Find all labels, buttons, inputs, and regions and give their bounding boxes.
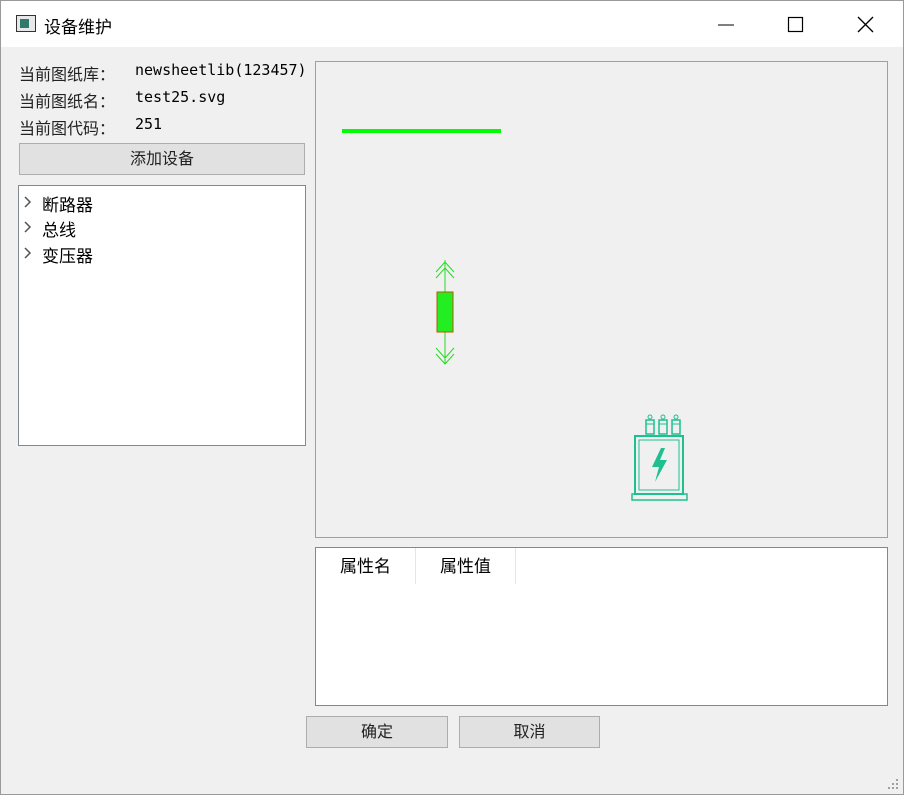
library-row: 当前图纸库： newsheetlib(123457) xyxy=(19,61,307,85)
close-icon xyxy=(857,16,874,33)
cancel-button[interactable]: 取消 xyxy=(459,716,600,748)
tree-item-label: 变压器 xyxy=(42,247,93,267)
transformer-symbol[interactable] xyxy=(631,414,688,501)
maximize-button[interactable] xyxy=(761,1,831,47)
code-row: 当前图代码： 251 xyxy=(19,115,162,139)
chevron-right-icon xyxy=(24,196,32,208)
tree-item-label: 总线 xyxy=(42,221,76,241)
preview-svg xyxy=(342,129,688,501)
minimize-button[interactable] xyxy=(691,1,761,47)
close-button[interactable] xyxy=(831,1,901,47)
add-device-button[interactable]: 添加设备 xyxy=(19,143,305,175)
properties-table[interactable]: 属性名 属性值 xyxy=(315,547,888,706)
sheet-label: 当前图纸名： xyxy=(19,92,116,111)
resize-grip-icon[interactable] xyxy=(887,778,899,790)
app-icon xyxy=(16,15,36,32)
ok-button[interactable]: 确定 xyxy=(306,716,448,748)
breaker-symbol[interactable] xyxy=(435,260,455,365)
column-header-value[interactable]: 属性值 xyxy=(416,548,516,584)
tree-item-label: 断路器 xyxy=(42,196,93,216)
library-label: 当前图纸库： xyxy=(19,65,116,84)
chevron-right-icon xyxy=(24,221,32,233)
code-value: 251 xyxy=(135,115,163,133)
chevron-right-icon xyxy=(24,247,32,259)
code-label: 当前图代码： xyxy=(19,119,116,138)
maximize-icon xyxy=(787,16,804,33)
minimize-icon xyxy=(718,24,734,26)
sheet-value: test25.svg xyxy=(135,88,226,106)
title-bar[interactable]: 设备维护 xyxy=(1,1,903,47)
column-header-name[interactable]: 属性名 xyxy=(316,548,416,584)
library-value: newsheetlib(123457) xyxy=(135,61,307,79)
window-title: 设备维护 xyxy=(44,18,112,38)
preview-canvas[interactable] xyxy=(315,61,888,538)
sheet-row: 当前图纸名： test25.svg xyxy=(19,88,225,112)
device-maintenance-window: 设备维护 当前图纸库： newsheetlib(123457) 当前图纸名： t… xyxy=(0,0,904,795)
device-tree[interactable]: 断路器 总线 变压器 xyxy=(18,185,306,446)
